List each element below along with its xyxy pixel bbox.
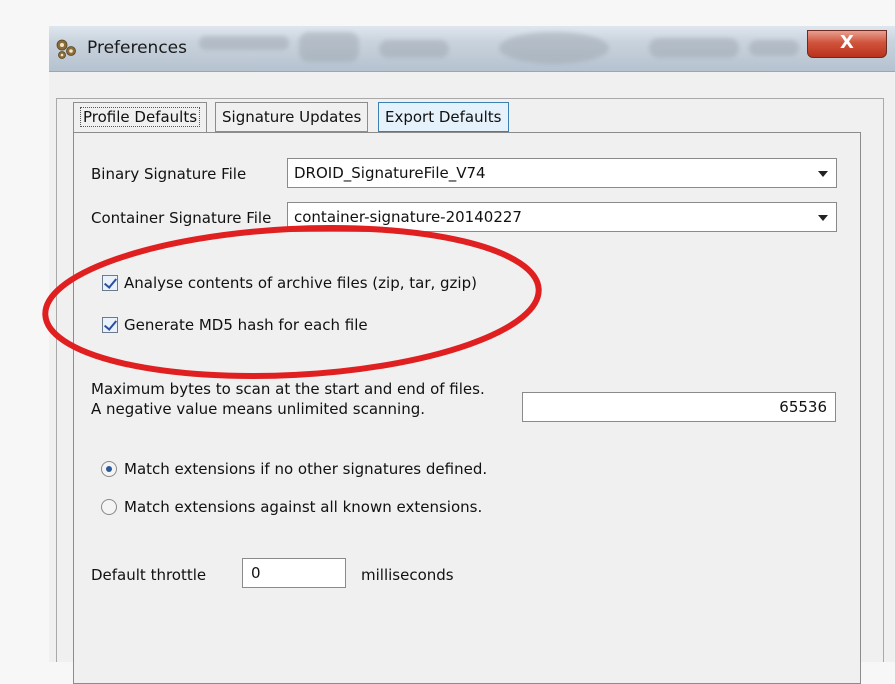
match-if-none-label: Match extensions if no other signatures … <box>124 460 488 478</box>
analyse-archives-checkbox[interactable] <box>102 275 118 291</box>
match-all-label: Match extensions against all known exten… <box>124 498 483 516</box>
throttle-unit-label: milliseconds <box>361 566 454 584</box>
container-signature-label: Container Signature File <box>91 209 272 227</box>
match-all-option[interactable]: Match extensions against all known exten… <box>101 498 482 516</box>
background-blur <box>749 40 799 56</box>
md5-hash-label: Generate MD5 hash for each file <box>124 316 368 334</box>
background-blur <box>499 32 609 64</box>
background-blur <box>299 32 359 62</box>
binary-signature-value: DROID_SignatureFile_V74 <box>294 164 486 182</box>
max-bytes-value: 65536 <box>779 398 827 416</box>
max-bytes-label-line2: A negative value means unlimited scannin… <box>91 400 426 418</box>
background-blur <box>379 40 449 58</box>
match-if-none-option[interactable]: Match extensions if no other signatures … <box>101 460 487 478</box>
tab-label: Signature Updates <box>222 108 362 126</box>
throttle-label: Default throttle <box>91 566 207 584</box>
close-icon: X <box>840 32 854 53</box>
max-bytes-label-line1: Maximum bytes to scan at the start and e… <box>91 380 485 398</box>
md5-hash-option[interactable]: Generate MD5 hash for each file <box>102 316 368 334</box>
throttle-input[interactable]: 0 <box>242 558 346 588</box>
analyse-archives-option[interactable]: Analyse contents of archive files (zip, … <box>102 274 477 292</box>
tab-signature-updates[interactable]: Signature Updates <box>215 102 369 132</box>
close-button[interactable]: X <box>807 30 887 58</box>
match-all-radio[interactable] <box>101 499 117 515</box>
tab-label: Profile Defaults <box>80 107 201 127</box>
max-bytes-input[interactable]: 65536 <box>522 392 836 422</box>
match-if-none-radio[interactable] <box>101 461 117 477</box>
gear-cluster-icon <box>56 39 76 59</box>
tab-label: Export Defaults <box>385 108 502 126</box>
throttle-value: 0 <box>251 564 261 582</box>
container-signature-value: container-signature-20140227 <box>294 208 522 226</box>
binary-signature-label: Binary Signature File <box>91 165 247 183</box>
binary-signature-dropdown[interactable]: DROID_SignatureFile_V74 <box>287 158 837 188</box>
container-signature-dropdown[interactable]: container-signature-20140227 <box>287 202 837 232</box>
chevron-down-icon <box>818 215 828 221</box>
tab-export-defaults[interactable]: Export Defaults <box>378 102 509 132</box>
analyse-archives-label: Analyse contents of archive files (zip, … <box>124 274 477 292</box>
md5-hash-checkbox[interactable] <box>102 317 118 333</box>
background-blur <box>199 36 289 50</box>
chevron-down-icon <box>818 171 828 177</box>
window-title: Preferences <box>87 38 187 58</box>
tab-profile-defaults[interactable]: Profile Defaults <box>73 102 208 133</box>
title-bar[interactable]: Preferences X <box>49 26 895 72</box>
background-blur <box>649 38 739 58</box>
